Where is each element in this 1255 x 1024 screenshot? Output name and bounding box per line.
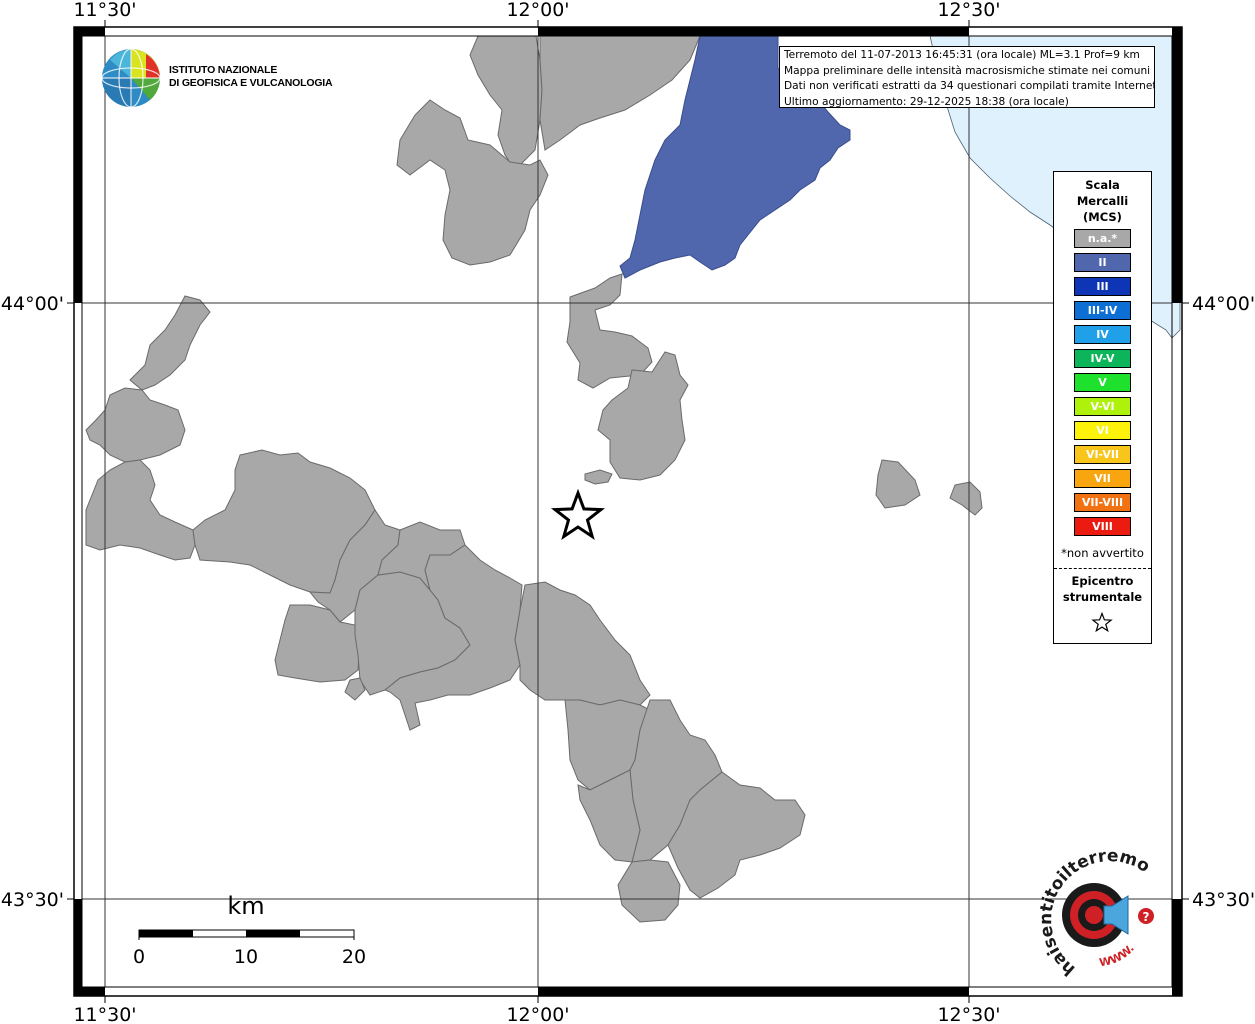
legend-item-iii: III bbox=[1074, 277, 1131, 296]
comune-west-2 bbox=[85, 387, 186, 463]
svg-text:WWW.: WWW. bbox=[1098, 942, 1137, 969]
scale-unit: km bbox=[227, 892, 264, 920]
comune-west-3 bbox=[85, 459, 196, 561]
legend-separator bbox=[1054, 568, 1151, 569]
lat-label-left-1: 44°00' bbox=[1, 293, 64, 315]
lon-label-top-1: 11°30' bbox=[73, 0, 136, 21]
legend-item-vii-viii: VII-VIII bbox=[1074, 493, 1131, 512]
legend-item-iv: IV bbox=[1074, 325, 1131, 344]
scale-tick-20: 20 bbox=[342, 946, 366, 968]
legend-item-v: V bbox=[1074, 373, 1131, 392]
comune-west-1 bbox=[129, 295, 211, 391]
ingv-globe-icon bbox=[101, 48, 161, 108]
event-info-line2: Mappa preliminare delle intensità macros… bbox=[784, 64, 1151, 77]
municipalities-south bbox=[85, 295, 806, 923]
scale-tick-10: 10 bbox=[234, 946, 258, 968]
lon-label-bottom-2: 12°00' bbox=[506, 1004, 569, 1024]
legend-epicenter-line2: strumentale bbox=[1062, 590, 1143, 604]
event-info-box: Terremoto del 11-07-2013 16:45:31 (ora l… bbox=[779, 46, 1155, 108]
lat-label-left-2: 43°30' bbox=[1, 889, 64, 911]
hsit-www: WWW. bbox=[1098, 942, 1137, 969]
event-info-line4: Ultimo aggiornamento: 29-12-2025 18:38 (… bbox=[784, 95, 1069, 108]
legend-note: *non avvertito bbox=[1061, 546, 1144, 560]
lat-label-right-2: 43°30' bbox=[1192, 889, 1255, 911]
legend-epicenter-line1: Epicentro bbox=[1071, 574, 1134, 588]
legend-item-ii: II bbox=[1074, 253, 1131, 272]
intensity-legend: Scala Mercalli (MCS) n.a.* II III III-IV IV I… bbox=[1053, 171, 1152, 644]
legend-title-line1: Scala bbox=[1085, 178, 1120, 192]
scale-tick-0: 0 bbox=[133, 946, 145, 968]
lon-label-bottom-1: 11°30' bbox=[73, 1004, 136, 1024]
legend-title-line3: (MCS) bbox=[1083, 210, 1122, 224]
scale-bar: km 0 10 20 bbox=[133, 892, 366, 968]
legend-title-line2: Mercalli bbox=[1076, 194, 1129, 208]
lat-label-right-1: 44°00' bbox=[1192, 293, 1255, 315]
legend-title: Scala Mercalli (MCS) bbox=[1054, 177, 1151, 225]
legend-item-iv-v: IV-V bbox=[1074, 349, 1131, 368]
comune-north-6 bbox=[584, 469, 613, 485]
svg-text:?: ? bbox=[1143, 910, 1150, 924]
lon-label-top-2: 12°00' bbox=[506, 0, 569, 21]
comune-center-7 bbox=[514, 581, 651, 706]
comune-east-1 bbox=[875, 459, 921, 509]
legend-item-iii-iv: III-IV bbox=[1074, 301, 1131, 320]
legend-item-vi: VI bbox=[1074, 421, 1131, 440]
ingv-name-line1: ISTITUTO NAZIONALE bbox=[169, 64, 278, 76]
legend-item-viii: VIII bbox=[1074, 517, 1131, 536]
event-info-line3: Dati non verificati estratti da 34 quest… bbox=[784, 80, 1155, 93]
legend-item-na: n.a.* bbox=[1074, 229, 1131, 248]
star-icon bbox=[1091, 612, 1113, 633]
legend-item-vi-vii: VI-VII bbox=[1074, 445, 1131, 464]
epicenter-star-icon bbox=[550, 488, 606, 541]
comune-east-2 bbox=[949, 481, 983, 516]
lon-label-top-3: 12°30' bbox=[937, 0, 1000, 21]
legend-epicenter-label: Epicentro strumentale bbox=[1054, 573, 1151, 605]
lon-label-bottom-3: 12°30' bbox=[937, 1004, 1000, 1024]
event-info-line1: Terremoto del 11-07-2013 16:45:31 (ora l… bbox=[784, 49, 1140, 61]
legend-item-v-vi: V-VI bbox=[1074, 397, 1131, 416]
ingv-name: ISTITUTO NAZIONALE DI GEOFISICA E VULCAN… bbox=[169, 64, 333, 90]
comune-south-5 bbox=[617, 859, 681, 923]
ingv-name-line2: DI GEOFISICA E VULCANOLOGIA bbox=[169, 77, 333, 89]
legend-item-vii: VII bbox=[1074, 469, 1131, 488]
